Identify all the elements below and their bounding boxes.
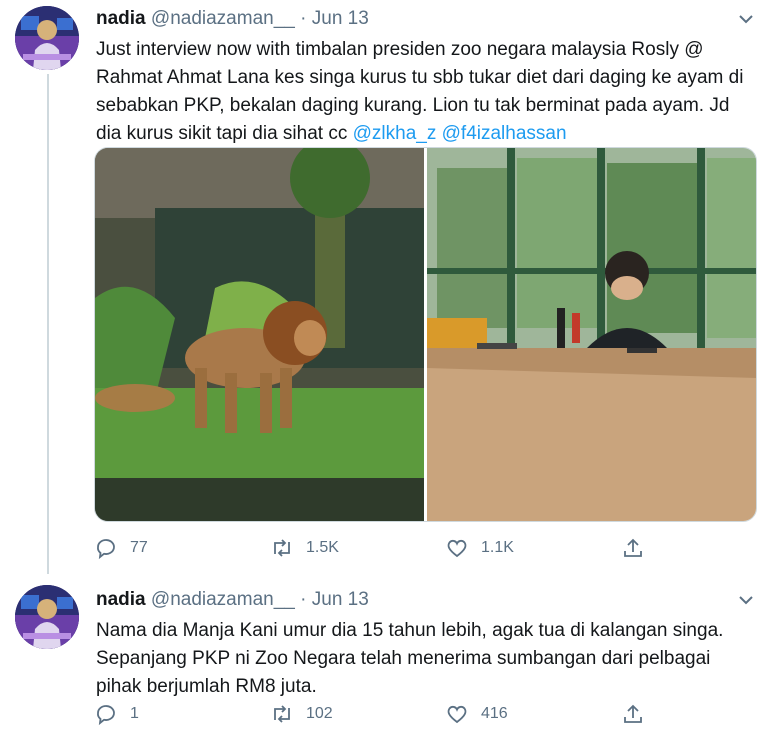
mention-link[interactable]: @zlkha_z xyxy=(353,123,437,144)
tweet-text: Just interview now with timbalan preside… xyxy=(96,36,756,148)
heart-icon xyxy=(447,705,467,724)
tweet-date[interactable]: Jun 13 xyxy=(312,8,369,29)
separator-dot: · xyxy=(300,8,307,29)
tweet-text: Nama dia Manja Kani umur dia 15 tahun le… xyxy=(96,617,756,701)
media-grid[interactable] xyxy=(94,147,757,522)
separator-dot: · xyxy=(300,589,307,610)
display-name[interactable]: nadia xyxy=(96,8,146,29)
retweet-count: 102 xyxy=(306,705,333,722)
tweet-date[interactable]: Jun 13 xyxy=(312,589,369,610)
user-handle[interactable]: @nadiazaman__ xyxy=(151,589,295,610)
like-count: 416 xyxy=(481,705,508,722)
share-button[interactable] xyxy=(621,533,645,563)
display-name[interactable]: nadia xyxy=(96,589,146,610)
retweet-button[interactable]: 1.5K xyxy=(270,533,339,563)
chevron-down-icon[interactable] xyxy=(736,9,756,29)
share-button[interactable] xyxy=(621,699,645,729)
like-button[interactable]: 1.1K xyxy=(445,533,514,563)
tweet-header: nadia @nadiazaman__ · Jun 13 xyxy=(96,8,369,30)
share-icon xyxy=(624,704,642,723)
interview-photo[interactable] xyxy=(427,148,756,521)
retweet-icon xyxy=(274,705,290,723)
reply-count: 77 xyxy=(130,539,148,556)
retweet-count: 1.5K xyxy=(306,539,339,556)
chevron-down-icon[interactable] xyxy=(736,590,756,610)
like-button[interactable]: 416 xyxy=(445,699,508,729)
heart-icon xyxy=(447,539,467,558)
reply-icon xyxy=(97,539,115,560)
reply-button[interactable]: 1 xyxy=(94,699,139,729)
mention-link[interactable]: @f4izalhassan xyxy=(442,123,567,144)
avatar[interactable] xyxy=(15,6,79,70)
retweet-icon xyxy=(274,539,290,557)
reply-icon xyxy=(97,705,115,726)
share-icon xyxy=(624,538,642,557)
like-count: 1.1K xyxy=(481,539,514,556)
reply-count: 1 xyxy=(130,705,139,722)
user-handle[interactable]: @nadiazaman__ xyxy=(151,8,295,29)
tweet-body: Nama dia Manja Kani umur dia 15 tahun le… xyxy=(96,620,724,697)
tweet-actions: 1 102 416 xyxy=(94,699,754,729)
retweet-button[interactable]: 102 xyxy=(270,699,333,729)
reply-button[interactable]: 77 xyxy=(94,533,148,563)
avatar[interactable] xyxy=(15,585,79,649)
thread-connector-line xyxy=(47,74,49,574)
lion-photo[interactable] xyxy=(95,148,424,521)
tweet-header: nadia @nadiazaman__ · Jun 13 xyxy=(96,589,369,611)
tweet-actions: 77 1.5K 1.1K xyxy=(94,533,754,563)
